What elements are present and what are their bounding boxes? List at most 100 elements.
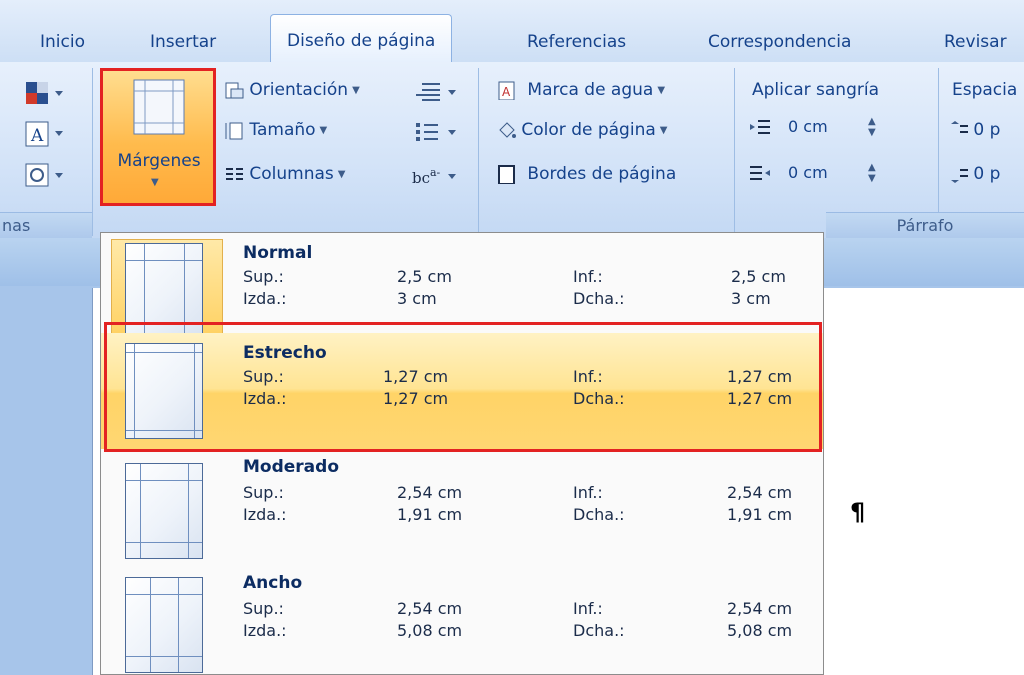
inf-label: Inf.:	[573, 367, 603, 386]
watermark-icon: A	[498, 81, 515, 100]
spinner-arrows-icon[interactable]: ▲ ▼	[868, 162, 876, 184]
columns-button[interactable]: Columnas ▼	[224, 164, 346, 184]
sup-value: 2,54 cm	[397, 599, 463, 618]
margin-option-moderado[interactable]: Moderado Sup.: 2,54 cm Inf.: 2,54 cm Izd…	[101, 455, 823, 567]
page-margins-icon	[125, 243, 203, 339]
paragraph-group-footer: Párrafo	[826, 212, 1024, 239]
dcha-label: Dcha.:	[573, 505, 625, 524]
spacing-before-field[interactable]: 0 p	[948, 120, 1000, 140]
dcha-label: Dcha.:	[573, 621, 625, 640]
dcha-label: Dcha.:	[573, 389, 625, 408]
izda-value: 1,27 cm	[383, 389, 449, 408]
tab-diseno-de-pagina[interactable]: Diseño de página	[270, 14, 453, 63]
ribbon-tab-bar: Inicio Insertar Diseño de página Referen…	[0, 0, 1024, 63]
tab-correspondencia[interactable]: Correspondencia	[708, 22, 851, 62]
page-margins-icon	[125, 343, 203, 439]
tab-inicio[interactable]: Inicio	[40, 22, 85, 62]
sup-label: Sup.:	[243, 483, 284, 502]
option-name: Ancho	[243, 573, 303, 593]
left-indent-value[interactable]: 0 cm	[748, 114, 888, 142]
inf-label: Inf.:	[573, 483, 603, 502]
sup-value: 2,54 cm	[397, 483, 463, 502]
page-color-label: Color de página	[521, 120, 656, 140]
inf-value: 2,5 cm	[731, 267, 786, 286]
group-separator	[938, 68, 939, 236]
hyphenation-icon: bc a-	[412, 166, 456, 187]
izda-label: Izda.:	[243, 289, 287, 308]
theme-effects-button[interactable]	[24, 162, 68, 194]
theme-colors-button[interactable]	[24, 80, 68, 112]
theme-fonts-icon: A	[25, 121, 63, 147]
margins-button[interactable]: Márgenes ▼	[100, 68, 216, 206]
spacing-after-field[interactable]: 0 p	[948, 164, 1000, 184]
paint-bucket-icon	[499, 122, 516, 138]
spacing-after-value: 0 p	[973, 164, 1001, 184]
group-separator	[478, 68, 479, 236]
page-color-button[interactable]: Color de página ▼	[496, 120, 667, 140]
sup-label: Sup.:	[243, 367, 284, 386]
spacing-after-icon	[951, 169, 968, 183]
watermark-button[interactable]: A Marca de agua ▼	[496, 80, 665, 100]
inf-value: 2,54 cm	[727, 483, 793, 502]
indent-heading: Aplicar sangría	[752, 80, 879, 100]
spacing-heading: Espacia	[952, 80, 1018, 100]
izda-label: Izda.:	[243, 621, 287, 640]
dcha-value: 5,08 cm	[727, 621, 793, 640]
margin-option-estrecho[interactable]: Estrecho Sup.: 1,27 cm Inf.: 1,27 cm Izd…	[101, 333, 823, 449]
svg-text:A: A	[30, 126, 44, 146]
sup-value: 1,27 cm	[383, 367, 449, 386]
breaks-button[interactable]	[414, 80, 462, 108]
paragraph-mark: ¶	[850, 498, 866, 526]
line-numbers-button[interactable]	[414, 120, 462, 148]
chevron-down-icon: ▼	[659, 124, 668, 136]
svg-text:A: A	[502, 85, 511, 99]
size-label: Tamaño	[249, 120, 316, 140]
group-separator	[734, 68, 735, 236]
tab-referencias[interactable]: Referencias	[527, 22, 626, 62]
line-numbers-icon	[416, 123, 456, 141]
sup-value: 2,5 cm	[397, 267, 452, 286]
spacing-before-icon	[951, 121, 968, 133]
chevron-down-icon: ▼	[352, 84, 360, 96]
orientation-label: Orientación	[249, 80, 349, 100]
margins-label: Márgenes	[117, 151, 201, 171]
chevron-down-icon: ▼	[337, 168, 346, 180]
dcha-value: 1,91 cm	[727, 505, 793, 524]
inf-value: 1,27 cm	[727, 367, 793, 386]
theme-effects-icon	[25, 163, 63, 187]
tab-revisar[interactable]: Revisar	[944, 22, 1007, 62]
hyphenation-button[interactable]: bc a-	[410, 164, 462, 192]
izda-value: 3 cm	[397, 289, 437, 308]
columns-icon	[226, 168, 243, 180]
sup-label: Sup.:	[243, 599, 284, 618]
right-indent-value[interactable]: 0 cm	[748, 160, 888, 188]
spinner-arrows-icon[interactable]: ▲ ▼	[868, 116, 876, 138]
page-borders-button[interactable]: Bordes de página	[496, 164, 676, 184]
izda-label: Izda.:	[243, 389, 287, 408]
margin-option-ancho[interactable]: Ancho Sup.: 2,54 cm Inf.: 2,54 cm Izda.:…	[101, 571, 823, 675]
watermark-label: Marca de agua	[527, 80, 654, 100]
tab-insertar[interactable]: Insertar	[150, 22, 216, 62]
inf-label: Inf.:	[573, 599, 603, 618]
dcha-value: 1,27 cm	[727, 389, 793, 408]
page-borders-label: Bordes de página	[527, 164, 677, 184]
izda-label: Izda.:	[243, 505, 287, 524]
svg-text:a-: a-	[430, 166, 441, 179]
dcha-label: Dcha.:	[573, 289, 625, 308]
columns-label: Columnas	[249, 164, 334, 184]
theme-fonts-button[interactable]: A	[24, 120, 68, 152]
margins-icon	[133, 79, 185, 135]
theme-colors-icon	[26, 82, 63, 104]
izda-value: 1,91 cm	[397, 505, 463, 524]
margins-dropdown-menu: Normal Sup.: 2,5 cm Inf.: 2,5 cm Izda.: …	[100, 232, 824, 675]
margin-option-normal[interactable]: Normal Sup.: 2,5 cm Inf.: 2,5 cm Izda.: …	[101, 233, 823, 345]
spacing-before-value: 0 p	[973, 120, 1001, 140]
orientation-button[interactable]: Orientación ▼	[224, 80, 360, 100]
option-name: Moderado	[243, 457, 339, 477]
page-margins-icon	[125, 463, 203, 559]
page-margins-icon	[125, 577, 203, 673]
dcha-value: 3 cm	[731, 289, 771, 308]
size-button[interactable]: Tamaño ▼	[224, 120, 327, 140]
chevron-down-icon: ▼	[319, 124, 328, 136]
svg-text:bc: bc	[412, 169, 430, 187]
